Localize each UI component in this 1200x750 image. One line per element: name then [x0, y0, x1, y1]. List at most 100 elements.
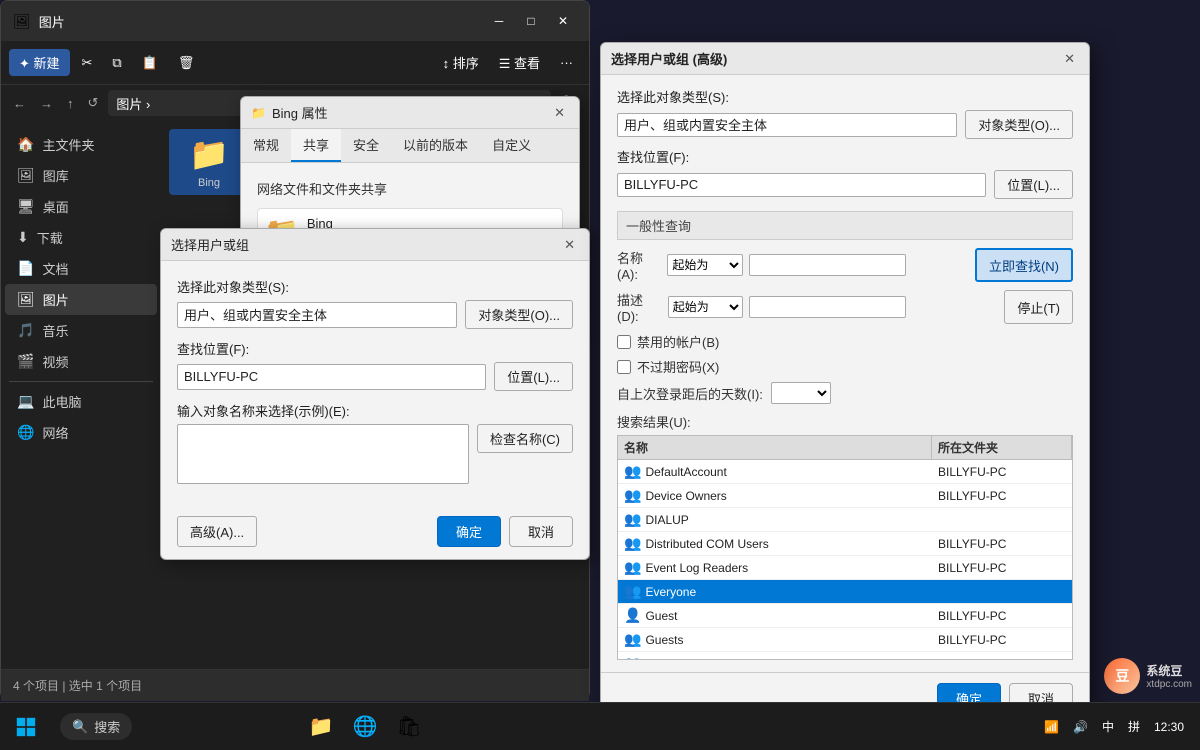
days-select[interactable]	[771, 382, 831, 404]
result-row[interactable]: 👥 Everyone	[618, 580, 1072, 604]
result-row[interactable]: 👥 DefaultAccount BILLYFU-PC	[618, 460, 1072, 484]
name-query-input[interactable]	[749, 254, 906, 276]
result-location-cell: BILLYFU-PC	[932, 604, 1072, 627]
desc-label: 描述(D):	[617, 290, 662, 324]
sidebar-item-documents[interactable]: 📄 文档	[5, 253, 157, 284]
sidebar-item-music[interactable]: 🎵 音乐	[5, 315, 157, 346]
days-row: 自上次登录距后的天数(I):	[617, 382, 1073, 404]
share-section-title: 网络文件和文件夹共享	[257, 179, 563, 198]
tab-share[interactable]: 共享	[291, 129, 341, 162]
sort-button[interactable]: ↕ 排序	[435, 49, 487, 76]
sidebar-item-desktop[interactable]: 🖥 桌面	[5, 191, 157, 222]
sidebar-item-network[interactable]: 🌐 网络	[5, 417, 157, 448]
bing-props-close[interactable]: ✕	[550, 103, 569, 123]
stop-button[interactable]: 停止(T)	[1004, 290, 1073, 324]
result-row[interactable]: 👥 Distributed COM Users BILLYFU-PC	[618, 532, 1072, 556]
results-list[interactable]: 👥 DefaultAccount BILLYFU-PC 👥 Device Own…	[617, 460, 1073, 660]
desc-query-input[interactable]	[749, 296, 906, 318]
disabled-accounts-checkbox[interactable]	[617, 335, 631, 349]
tab-previous[interactable]: 以前的版本	[391, 129, 480, 162]
adv-object-type-label: 选择此对象类型(S):	[617, 87, 1073, 106]
statusbar: 4 个项目 | 选中 1 个项目	[1, 669, 589, 701]
watermark-logo: 豆	[1104, 658, 1140, 694]
result-icon: 👥	[624, 511, 641, 528]
adv-object-type-button[interactable]: 对象类型(O)...	[965, 110, 1073, 139]
check-name-button[interactable]: 检查名称(C)	[477, 424, 573, 453]
adv-location-button[interactable]: 位置(L)...	[994, 170, 1073, 199]
up-button[interactable]: ↑	[63, 92, 78, 115]
tab-custom[interactable]: 自定义	[480, 129, 543, 162]
delete-button[interactable]: 🗑	[170, 51, 203, 75]
view-button[interactable]: ☰ 查看	[491, 49, 548, 76]
back-button[interactable]: ←	[9, 92, 30, 115]
select-user-cancel[interactable]: 取消	[509, 516, 573, 547]
select-user-dialog: 选择用户或组 ✕ 选择此对象类型(S): 用户、组或内置安全主体 对象类型(O)…	[160, 228, 590, 560]
new-button[interactable]: ✦ 新建	[9, 49, 70, 76]
select-user-close[interactable]: ✕	[560, 235, 579, 255]
results-col-name: 名称	[618, 436, 932, 459]
refresh-button[interactable]: ↺	[84, 91, 103, 115]
location-button-simple[interactable]: 位置(L)...	[494, 362, 573, 391]
sidebar-item-videos[interactable]: 🎬 视频	[5, 346, 157, 377]
result-name-cell: 👥 DIALUP	[618, 508, 932, 531]
taskbar-store[interactable]: 🛍	[389, 707, 429, 747]
adv-object-type-value: 用户、组或内置安全主体	[617, 113, 957, 137]
sidebar-item-gallery[interactable]: 🖼 图库	[5, 160, 157, 191]
no-expire-checkbox[interactable]	[617, 360, 631, 374]
tab-security[interactable]: 安全	[341, 129, 391, 162]
folder-props-icon: 📁	[251, 106, 266, 120]
minimize-button[interactable]: ─	[485, 7, 513, 35]
result-row[interactable]: 👤 Guest BILLYFU-PC	[618, 604, 1072, 628]
sidebar-item-pictures[interactable]: 🖼 图片	[5, 284, 157, 315]
sidebar-item-home[interactable]: 🏠 主文件夹	[5, 129, 157, 160]
select-user-title: 选择用户或组	[171, 235, 560, 254]
name-condition-select[interactable]: 起始为 结束为 包含	[667, 254, 743, 276]
sidebar: 🏠 主文件夹 🖼 图库 🖥 桌面 ⬇ 下载 📄 文档 🖼 图片	[1, 121, 161, 669]
close-button[interactable]: ✕	[549, 7, 577, 35]
network-tray-icon: 📶	[1044, 720, 1059, 734]
advanced-button[interactable]: 高级(A)...	[177, 516, 257, 547]
file-item-bing[interactable]: 📁 Bing	[169, 129, 249, 195]
watermark-url: xtdpc.com	[1146, 679, 1192, 690]
result-row[interactable]: 👥 DIALUP	[618, 508, 1072, 532]
download-icon: ⬇	[17, 229, 29, 246]
sidebar-item-thispc[interactable]: 💻 此电脑	[5, 386, 157, 417]
cut-button[interactable]: ✂	[74, 51, 101, 75]
result-row[interactable]: 👥 Hyper-V Administrators BILLYFU-PC	[618, 652, 1072, 660]
result-row[interactable]: 👥 Guests BILLYFU-PC	[618, 628, 1072, 652]
tray-lang-2[interactable]: 拼	[1124, 716, 1144, 737]
user-input-area[interactable]	[177, 424, 469, 484]
tray-lang-1[interactable]: 中	[1098, 716, 1118, 737]
tray-volume[interactable]: 🔊	[1069, 718, 1092, 736]
copy-button[interactable]: ⧉	[104, 51, 129, 75]
taskbar-edge[interactable]: 🌐	[345, 707, 385, 747]
query-grid: 名称(A): 起始为 结束为 包含 立即查找(N) 描述(D): 起始为 结束为	[617, 248, 1073, 324]
taskbar-explorer[interactable]: 📁	[301, 707, 341, 747]
object-type-button[interactable]: 对象类型(O)...	[465, 300, 573, 329]
result-location-cell: BILLYFU-PC	[932, 460, 1072, 483]
select-user-ok[interactable]: 确定	[437, 516, 501, 547]
search-now-button[interactable]: 立即查找(N)	[975, 248, 1073, 282]
result-location: BILLYFU-PC	[938, 537, 1006, 551]
tray-network[interactable]: 📶	[1040, 718, 1063, 736]
desc-condition-select[interactable]: 起始为 结束为	[668, 296, 743, 318]
forward-button[interactable]: →	[36, 92, 57, 115]
tab-general[interactable]: 常规	[241, 129, 291, 162]
result-name: Device Owners	[645, 489, 726, 503]
result-row[interactable]: 👥 Device Owners BILLYFU-PC	[618, 484, 1072, 508]
result-row[interactable]: 👥 Event Log Readers BILLYFU-PC	[618, 556, 1072, 580]
maximize-button[interactable]: □	[517, 7, 545, 35]
paste-button[interactable]: 📋	[134, 51, 166, 75]
music-icon: 🎵	[17, 322, 34, 339]
more-button[interactable]: ···	[552, 51, 581, 74]
advanced-dialog-title: 选择用户或组 (高级)	[611, 49, 1060, 68]
tray-clock[interactable]: 12:30	[1150, 718, 1188, 736]
sidebar-item-download[interactable]: ⬇ 下载	[5, 222, 157, 253]
result-name: Hyper-V Administrators	[645, 657, 768, 661]
advanced-dialog-close[interactable]: ✕	[1060, 49, 1079, 69]
taskbar-search[interactable]: 🔍 搜索	[60, 713, 132, 740]
select-user-content: 选择此对象类型(S): 用户、组或内置安全主体 对象类型(O)... 查找位置(…	[161, 261, 589, 508]
select-user-titlebar: 选择用户或组 ✕	[161, 229, 589, 261]
result-name: Guests	[645, 633, 683, 647]
start-button[interactable]	[4, 705, 48, 749]
